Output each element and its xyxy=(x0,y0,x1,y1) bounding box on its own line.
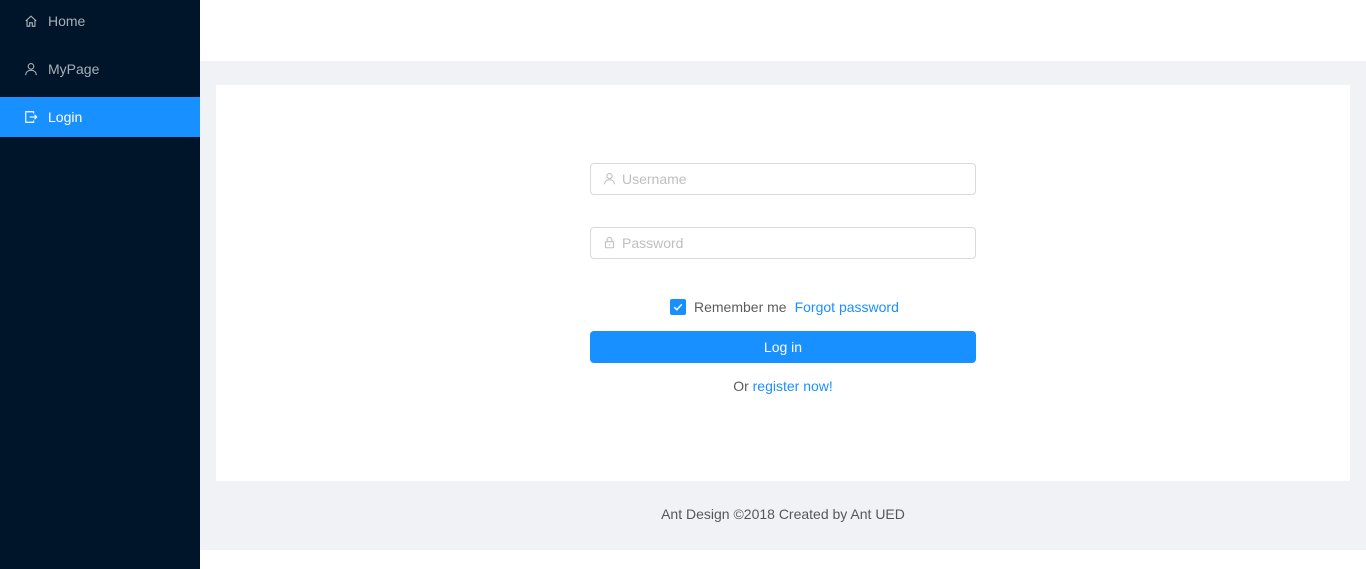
logout-icon xyxy=(24,110,38,124)
sidebar-item-login[interactable]: Login xyxy=(0,97,200,137)
user-icon xyxy=(24,62,38,76)
register-prefix: Or xyxy=(733,378,749,394)
sidebar-item-label: Home xyxy=(48,13,86,29)
lock-icon xyxy=(603,236,617,250)
remember-label[interactable]: Remember me xyxy=(694,299,787,315)
register-row: Or register now! xyxy=(590,378,976,394)
register-link[interactable]: register now! xyxy=(753,378,833,394)
username-field[interactable] xyxy=(590,163,976,195)
password-field[interactable] xyxy=(590,227,976,259)
sidebar-item-label: Login xyxy=(48,109,83,125)
check-icon xyxy=(673,303,683,311)
footer-text: Ant Design ©2018 Created by Ant UED xyxy=(661,506,905,522)
username-input[interactable] xyxy=(622,171,962,187)
header xyxy=(200,0,1366,61)
sidebar-item-mypage[interactable]: MyPage xyxy=(0,49,200,89)
login-button[interactable]: Log in xyxy=(590,331,976,363)
remember-row: Remember me Forgot password xyxy=(670,298,899,316)
sidebar-item-home[interactable]: Home xyxy=(0,1,200,41)
forgot-password-link[interactable]: Forgot password xyxy=(795,299,899,315)
sidebar-item-label: MyPage xyxy=(48,61,100,77)
password-input[interactable] xyxy=(622,235,962,251)
content-card xyxy=(216,85,1350,481)
remember-checkbox[interactable] xyxy=(670,299,686,315)
home-icon xyxy=(24,14,38,28)
sidebar: Home MyPage Login xyxy=(0,0,200,569)
user-icon xyxy=(603,172,617,186)
